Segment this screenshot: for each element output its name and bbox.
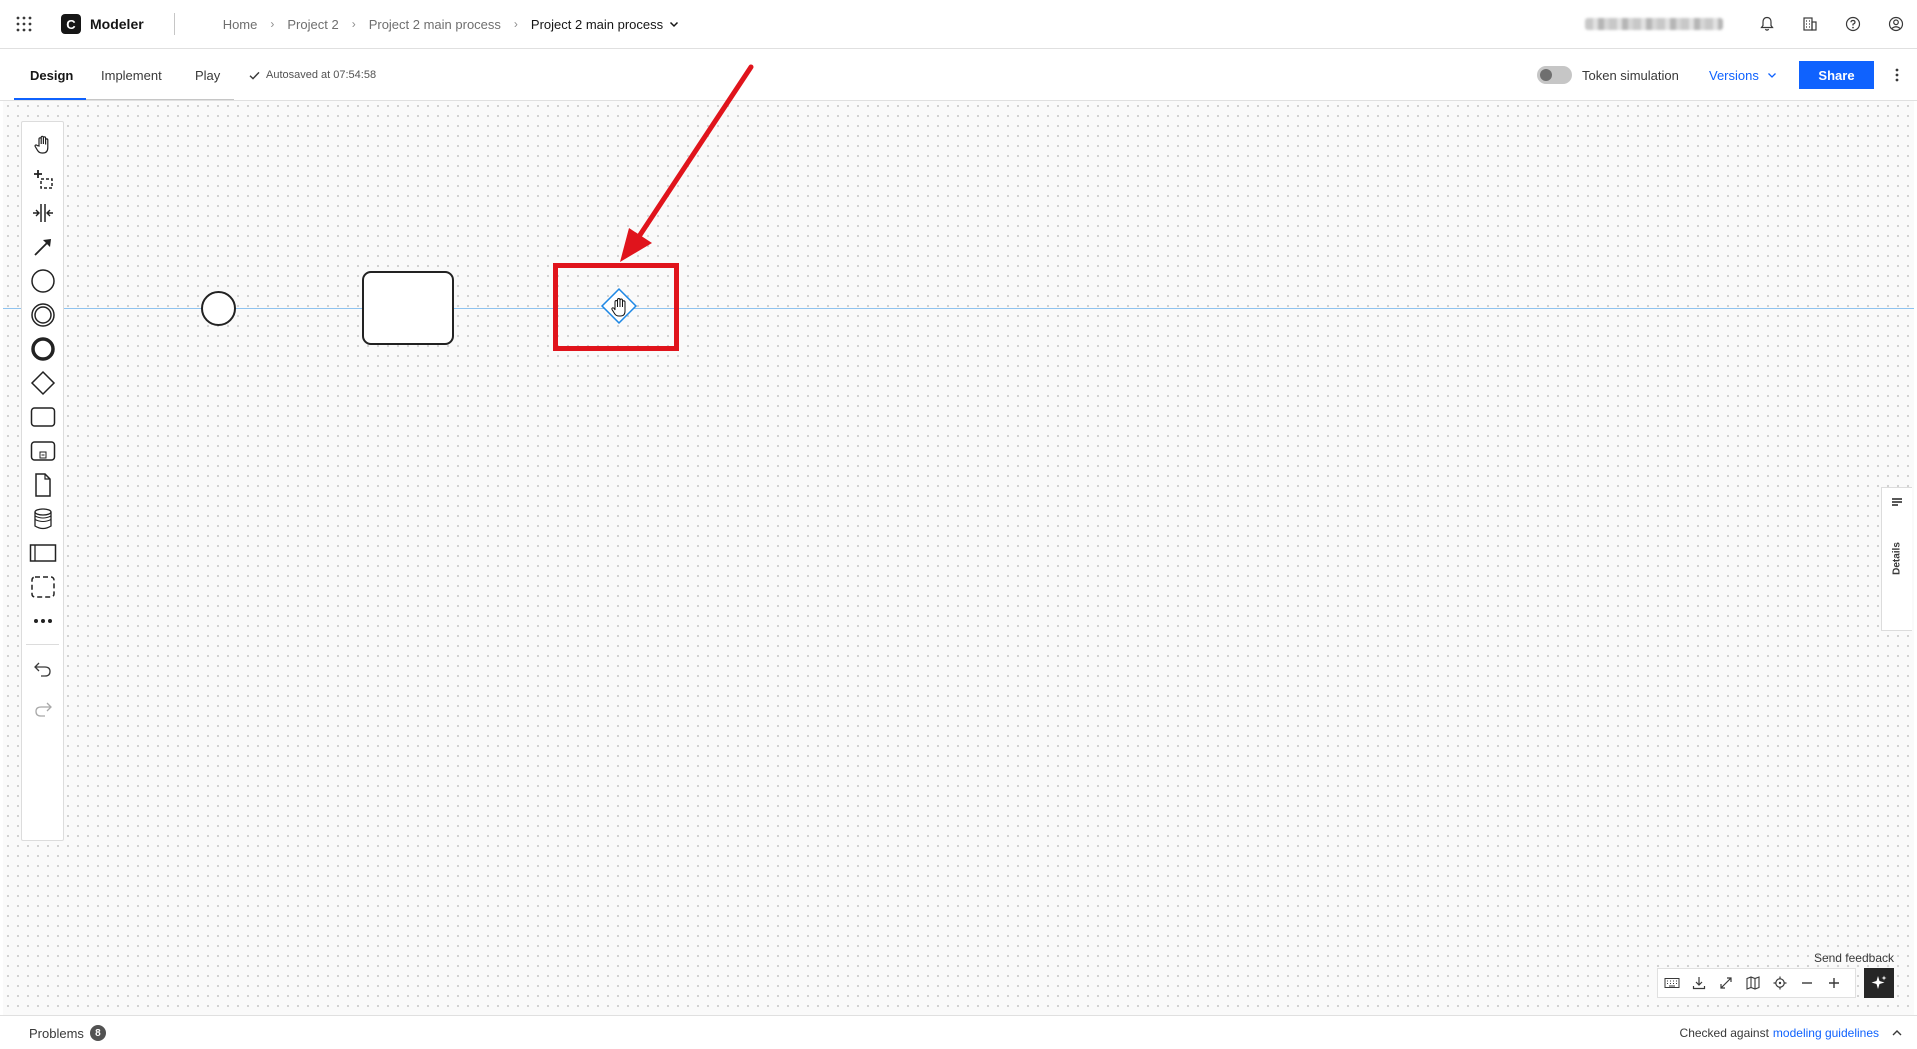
fullscreen-icon[interactable] <box>1712 969 1739 997</box>
data-store-icon[interactable] <box>22 502 63 536</box>
properties-icon <box>1888 494 1906 512</box>
autosave-status: Autosaved at 07:54:58 <box>248 49 376 101</box>
lasso-tool-icon[interactable] <box>22 162 63 196</box>
problems-toggle[interactable]: Problems 8 <box>29 1016 106 1049</box>
breadcrumb-separator-icon: › <box>513 17 518 31</box>
problems-count-badge: 8 <box>89 1025 106 1041</box>
send-feedback-link[interactable]: Send feedback <box>1806 951 1894 965</box>
token-simulation-label: Token simulation <box>1582 67 1679 83</box>
alignment-guide-line <box>3 308 1914 309</box>
chevron-down-icon <box>670 21 679 28</box>
start-event-icon[interactable] <box>22 264 63 298</box>
keyboard-icon[interactable] <box>1658 969 1685 997</box>
autosave-text: Autosaved at 07:54:58 <box>266 69 377 81</box>
camunda-logo-icon: C <box>61 14 81 34</box>
end-event-icon[interactable] <box>22 332 63 366</box>
tool-palette <box>21 121 64 841</box>
chevron-down-icon <box>1767 73 1776 78</box>
sparkle-icon <box>1871 975 1887 989</box>
guidelines-status: Checked against modeling guidelines <box>1680 1016 1879 1049</box>
details-panel-label: Details <box>1891 542 1903 575</box>
checked-against-text: Checked against <box>1679 1026 1769 1040</box>
reset-view-icon[interactable] <box>1766 969 1793 997</box>
tab-baseline <box>86 99 234 100</box>
tab-play[interactable]: Play <box>195 49 220 101</box>
token-simulation-toggle[interactable] <box>1537 66 1572 84</box>
chevron-up-icon[interactable] <box>1887 1016 1907 1049</box>
organization-icon[interactable] <box>1788 0 1831 48</box>
hand-tool-icon[interactable] <box>22 128 63 162</box>
highlight-box <box>553 263 679 351</box>
bottom-status-bar: Problems 8 Checked against modeling guid… <box>0 1015 1917 1049</box>
breadcrumb-home[interactable]: Home <box>223 17 258 32</box>
help-icon[interactable] <box>1831 0 1874 48</box>
tab-design[interactable]: Design <box>30 49 73 101</box>
space-tool-icon[interactable] <box>22 196 63 230</box>
zoom-in-icon[interactable] <box>1820 969 1847 997</box>
canvas-controls <box>1657 968 1856 998</box>
ai-assistant-button[interactable] <box>1864 968 1894 998</box>
app-switcher-icon[interactable] <box>0 0 48 48</box>
breadcrumb-project[interactable]: Project 2 <box>287 17 338 32</box>
overflow-menu-icon[interactable] <box>1887 61 1907 89</box>
toggle-knob <box>1540 69 1552 81</box>
user-name-blurred <box>1585 18 1723 30</box>
checkmark-icon <box>249 71 260 80</box>
details-panel-toggle[interactable]: Details <box>1881 487 1912 631</box>
tab-implement[interactable]: Implement <box>101 49 162 101</box>
task-icon[interactable] <box>22 400 63 434</box>
active-tab-indicator <box>14 98 86 100</box>
breadcrumb-current-file[interactable]: Project 2 main process <box>531 17 679 32</box>
breadcrumb-folder[interactable]: Project 2 main process <box>369 17 501 32</box>
bpmn-canvas[interactable] <box>3 101 1914 1015</box>
share-button[interactable]: Share <box>1799 61 1874 89</box>
breadcrumb-separator-icon: › <box>351 17 356 31</box>
zoom-out-icon[interactable] <box>1793 969 1820 997</box>
header-actions <box>1585 0 1917 48</box>
top-header: C Modeler Home › Project 2 › Project 2 m… <box>0 0 1917 49</box>
modeling-guidelines-link[interactable]: modeling guidelines <box>1773 1026 1879 1040</box>
notification-icon[interactable] <box>1745 0 1788 48</box>
download-icon[interactable] <box>1685 969 1712 997</box>
task[interactable] <box>362 271 454 345</box>
app-name: Modeler <box>90 16 144 32</box>
start-event[interactable] <box>201 291 236 326</box>
versions-dropdown[interactable]: Versions <box>1709 49 1777 101</box>
more-icon[interactable] <box>22 604 63 638</box>
palette-divider <box>26 644 59 645</box>
data-object-icon[interactable] <box>22 468 63 502</box>
global-connect-icon[interactable] <box>22 230 63 264</box>
header-divider <box>173 13 175 35</box>
problems-label: Problems <box>29 1025 84 1041</box>
redo-icon[interactable] <box>22 692 63 726</box>
subprocess-icon[interactable] <box>22 434 63 468</box>
mode-bar: Design Implement Play Autosaved at 07:54… <box>0 49 1917 101</box>
token-simulation-control: Token simulation <box>1537 49 1679 101</box>
user-icon[interactable] <box>1874 0 1917 48</box>
group-icon[interactable] <box>22 570 63 604</box>
app-logo[interactable]: C Modeler <box>61 0 144 48</box>
breadcrumb: Home › Project 2 › Project 2 main proces… <box>223 17 679 32</box>
breadcrumb-separator-icon: › <box>270 17 275 31</box>
intermediate-event-icon[interactable] <box>22 298 63 332</box>
current-file-label: Project 2 main process <box>530 16 664 32</box>
undo-icon[interactable] <box>22 652 63 686</box>
gateway-icon[interactable] <box>22 366 63 400</box>
pool-icon[interactable] <box>22 536 63 570</box>
versions-label: Versions <box>1709 67 1759 83</box>
minimap-icon[interactable] <box>1739 969 1766 997</box>
